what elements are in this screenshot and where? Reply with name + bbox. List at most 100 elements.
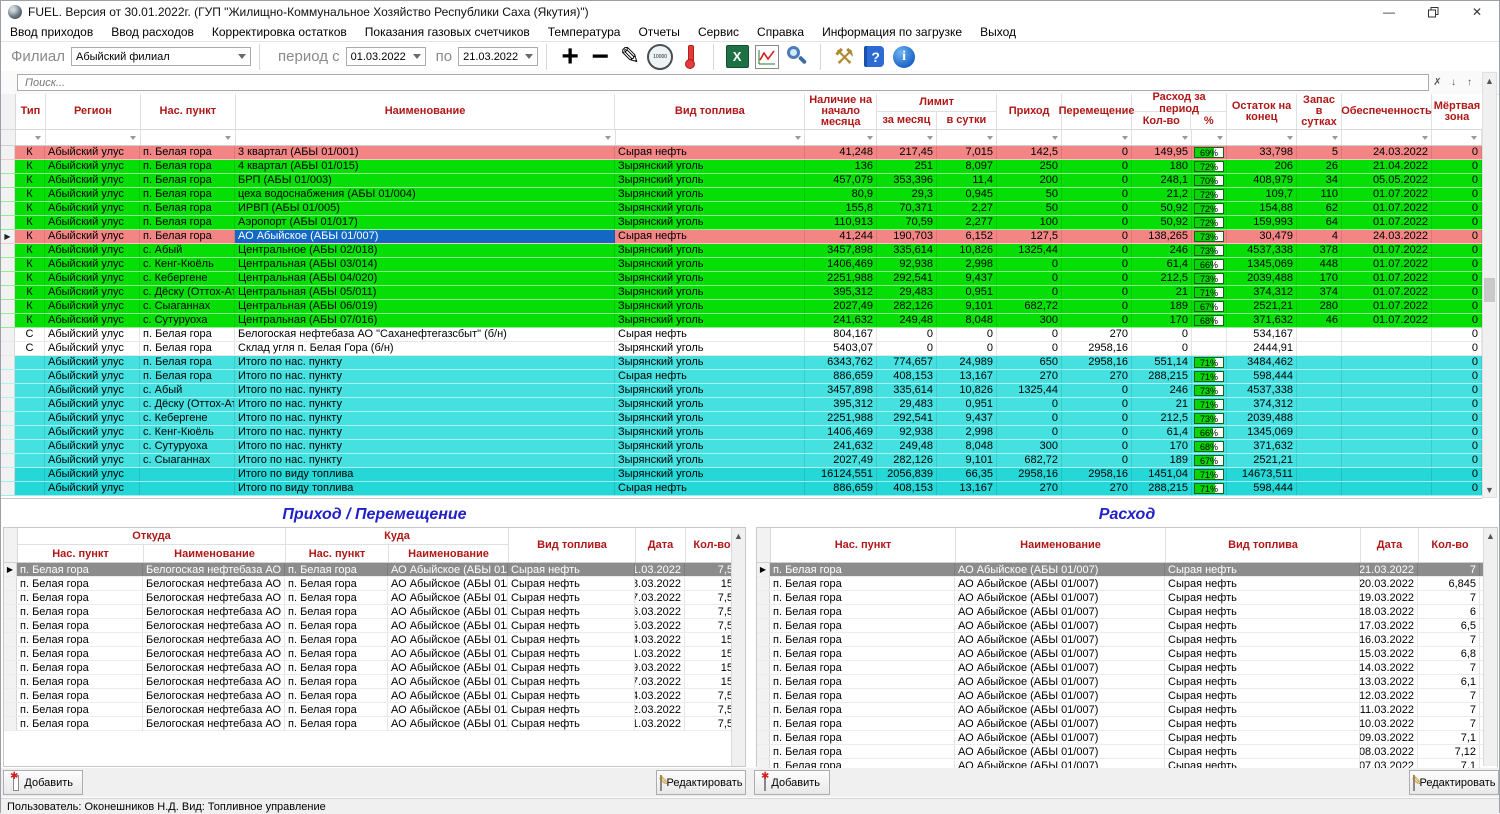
table-row[interactable]: ▶п. Белая гораБелогоская нефтебаза АО "С… [4,563,745,577]
cell[interactable]: 9,101 [937,300,997,313]
cell[interactable]: 15 [685,647,737,660]
cell[interactable]: 212,5 [1132,272,1192,285]
cell[interactable]: п. Белая гора [285,577,388,590]
table-row[interactable]: КАбыйский улусс. СутуруохаЦентральная (А… [1,314,1482,328]
cell[interactable]: 0 [1432,300,1482,313]
cell[interactable]: Зырянский уголь [615,454,805,467]
filter-cell[interactable] [1132,130,1192,145]
row-selector-cell[interactable] [4,675,17,688]
row-selector-cell[interactable] [1,384,15,397]
cell[interactable]: п. Белая гора [770,661,955,674]
cell[interactable]: К [15,188,45,201]
row-selector-cell[interactable] [757,647,770,660]
cell[interactable]: Центральная (АБЫ 05/011) [235,286,615,299]
cell[interactable]: 2,998 [937,426,997,439]
minimize-button[interactable]: — [1367,1,1411,23]
cell[interactable] [1297,482,1342,495]
cell[interactable]: 395,312 [805,286,877,299]
col-from[interactable]: Откуда [18,528,286,545]
cell[interactable]: АО Абыйское (АБЫ 01/007) [388,675,508,688]
cell[interactable]: Абыйский улус [45,258,140,271]
col-start[interactable]: Наличие на начало месяца [805,94,877,129]
cell[interactable]: Итого по виду топлива [235,482,615,495]
cell[interactable]: 24.03.2022 [1342,146,1432,159]
cell[interactable]: п. Белая гора [17,577,143,590]
cell[interactable]: 70,371 [877,202,937,215]
cell[interactable]: 50 [997,202,1062,215]
cell[interactable]: АО Абыйское (АБЫ 01/007) [388,661,508,674]
cell[interactable]: 7,5 [685,563,737,576]
cell[interactable]: 01.07.2022 [1342,272,1432,285]
cell[interactable]: К [15,146,45,159]
cell[interactable]: 0 [997,398,1062,411]
cell[interactable]: п. Белая гора [285,717,388,730]
cell[interactable]: 0 [1062,384,1132,397]
row-selector-cell[interactable] [1,440,15,453]
cell[interactable] [1342,356,1432,369]
cell[interactable]: Сырая нефть [508,675,635,688]
cell[interactable]: 62 [1297,202,1342,215]
table-row[interactable]: Абыйский улусс. Дёску (Оттох-Атах)Итого … [1,398,1482,412]
cell[interactable]: АО Абыйское (АБЫ 01/007) [388,591,508,604]
scroll-up-icon[interactable]: ▲ [1483,73,1496,88]
cell[interactable]: Сырая нефть [1165,647,1360,660]
cell[interactable]: Зырянский уголь [615,398,805,411]
cell[interactable] [1297,356,1342,369]
row-selector-cell[interactable]: ▶ [1,230,15,243]
cell[interactable]: 0 [1132,328,1192,341]
cell[interactable]: 551,14 [1132,356,1192,369]
cell[interactable]: 0 [1432,160,1482,173]
cell[interactable]: с. Сутуруоха [140,314,235,327]
cell[interactable]: 0 [1062,398,1132,411]
table-row[interactable]: п. Белая гораАО Абыйское (АБЫ 01/007)Сыр… [757,605,1497,619]
table-row[interactable]: п. Белая гораБелогоская нефтебаза АО "Са… [4,661,745,675]
info-button[interactable]: i [889,43,919,71]
cell[interactable]: Сырая нефть [1165,689,1360,702]
cell[interactable]: 01.07.2022 [1342,244,1432,257]
cell[interactable]: Абыйский улус [45,202,140,215]
table-row[interactable]: Абыйский улусс. Кенг-КюёльИтого по нас. … [1,426,1482,440]
cell[interactable] [1342,398,1432,411]
table-row[interactable]: КАбыйский улусс. Дёску (Оттох-Атах)Центр… [1,286,1482,300]
cell[interactable]: 21,2 [1132,188,1192,201]
cell[interactable]: Зырянский уголь [615,384,805,397]
filter-dropdown-icon[interactable] [128,132,139,143]
pct-cell[interactable]: 73% [1192,230,1227,243]
cell[interactable]: 29,483 [877,398,937,411]
col-move[interactable]: Перемещение [1062,94,1132,129]
filter-dropdown-icon[interactable] [33,132,44,143]
menu-item[interactable]: Ввод приходов [1,25,102,39]
cell[interactable]: Сырая нефть [1165,591,1360,604]
cell[interactable]: 0,951 [937,398,997,411]
cell[interactable]: Зырянский уголь [615,286,805,299]
cell[interactable]: 0 [1432,370,1482,383]
cell[interactable]: Зырянский уголь [615,468,805,481]
cell[interactable]: АО Абыйское (АБЫ 01/007) [955,661,1165,674]
cell[interactable]: 11.03.2022 [635,647,685,660]
filter-cell[interactable] [877,130,937,145]
cell[interactable]: 01.07.2022 [1342,216,1432,229]
cell[interactable]: Сырая нефть [508,703,635,716]
pct-cell[interactable]: 71% [1192,370,1227,383]
cell[interactable]: п. Белая гора [285,591,388,604]
cell[interactable]: п. Белая гора [770,591,955,604]
cell[interactable]: 2039,488 [1227,272,1297,285]
cell[interactable]: 11.03.2022 [1360,703,1418,716]
cell[interactable]: 50,92 [1132,216,1192,229]
col-name[interactable]: Наименование [956,528,1166,562]
cell[interactable]: 374,312 [1227,286,1297,299]
cell[interactable]: 2,277 [937,216,997,229]
period-to-combobox[interactable]: 21.03.2022 [458,47,538,66]
cell[interactable]: 6 [1418,605,1480,618]
cell[interactable]: 246 [1132,384,1192,397]
pct-cell[interactable]: 69% [1192,146,1227,159]
table-row[interactable]: КАбыйский улусп. Белая гораАэропорт (АБЫ… [1,216,1482,230]
cell[interactable]: 374 [1297,286,1342,299]
cell[interactable]: 0 [1062,146,1132,159]
cell[interactable]: Сырая нефть [1165,563,1360,576]
col-ostatok[interactable]: Остаток на конец [1227,94,1297,129]
cell[interactable]: 15.03.2022 [1360,647,1418,660]
cell[interactable]: п. Белая гора [140,328,235,341]
cell[interactable]: Сырая нефть [508,577,635,590]
col-to-name[interactable]: Наименование [389,545,509,562]
